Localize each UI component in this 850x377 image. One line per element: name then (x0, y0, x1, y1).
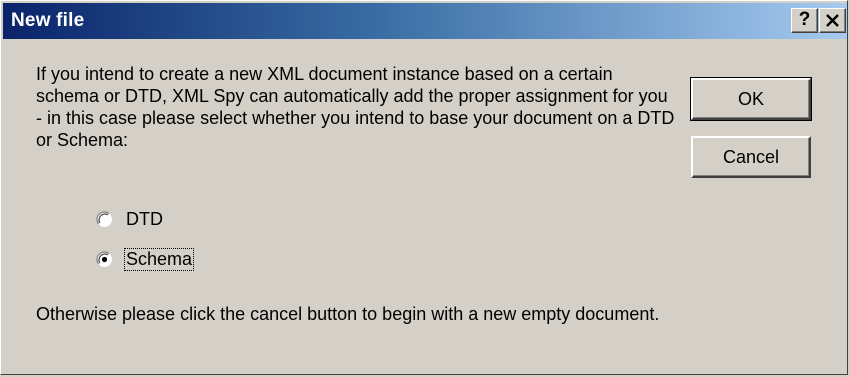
title-bar[interactable]: New file ? (3, 3, 847, 39)
cancel-button[interactable]: Cancel (691, 136, 811, 178)
radio-option-dtd[interactable]: DTD (96, 206, 164, 232)
radio-unchecked-icon[interactable] (96, 210, 113, 228)
new-file-dialog: New file ? If you intend to create a new… (0, 0, 848, 375)
radio-label-dtd: DTD (126, 208, 163, 229)
radio-checked-icon[interactable] (96, 250, 113, 268)
close-icon (826, 14, 839, 27)
radio-label-schema: Schema (123, 247, 195, 271)
window-title: New file (11, 10, 85, 31)
ok-button[interactable]: OK (690, 77, 812, 121)
help-button[interactable]: ? (791, 8, 818, 33)
radio-option-schema[interactable]: Schema (96, 246, 195, 272)
footer-text: Otherwise please click the cancel button… (36, 304, 660, 324)
instruction-text: If you intend to create a new XML docume… (36, 64, 675, 150)
close-button[interactable] (819, 8, 846, 33)
